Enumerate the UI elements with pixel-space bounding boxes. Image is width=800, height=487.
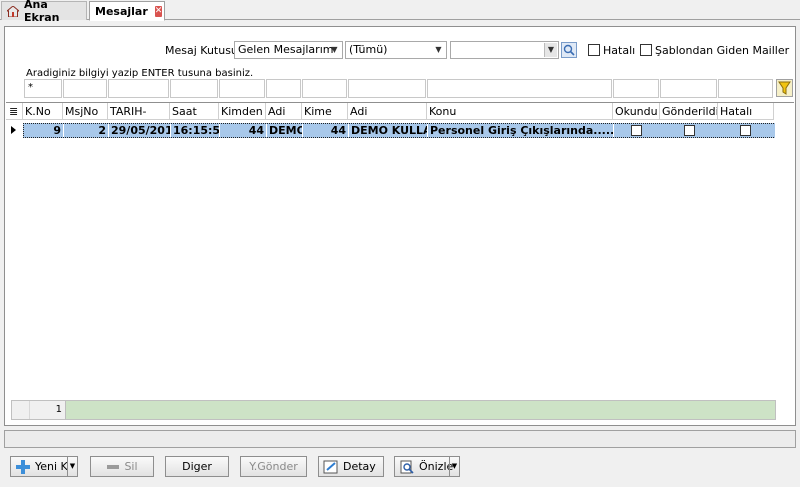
cell-adi: DEMO [269,124,303,137]
cell-hatali-checkbox[interactable] [740,125,751,136]
search-input-msjno[interactable] [63,79,107,98]
cell-kno: 9 [24,124,64,137]
search-input-adi[interactable] [266,79,301,98]
resend-button[interactable]: Y.Gönder [240,456,307,477]
search-hint: Aradiginiz bilgiyi yazip ENTER tusuna ba… [26,68,254,79]
template-checkbox[interactable] [640,44,652,56]
col-okundu[interactable]: Okundu [613,103,660,120]
cell-msjno: 2 [64,124,109,137]
grid-footer: 1 [11,400,776,420]
tab-ana-ekran-label: Ana Ekran [24,0,60,24]
cell-gonderildi-checkbox[interactable] [684,125,695,136]
search-input-hatali[interactable] [718,79,773,98]
search-input-adi2[interactable] [348,79,426,98]
mailbox-label: Mesaj Kutusu [165,44,238,57]
grid-header: ≣ K.No MsjNo TARIH- Saat Kimden Adi Kime… [6,103,774,120]
search-input-kime[interactable] [302,79,347,98]
col-saat[interactable]: Saat [170,103,219,120]
col-adi2[interactable]: Adi [348,103,427,120]
mailbox-select[interactable]: Gelen Mesajlarım ▼ [234,41,343,59]
search-icon [563,44,575,56]
col-msjno[interactable]: MsjNo [63,103,108,120]
filter-all-select-value: (Tümü) [349,43,388,56]
preview-icon [399,460,415,474]
search-input-gonderildi[interactable] [660,79,717,98]
mailbox-select-value: Gelen Mesajlarım [238,43,334,56]
col-tarih[interactable]: TARIH- [108,103,170,120]
filter-third-select[interactable]: ▼ [450,41,559,59]
cell-adi2: DEMO KULLANI [349,124,428,137]
failed-label: Hatalı [603,44,636,57]
chevron-down-icon: ▼ [331,45,338,54]
other-button[interactable]: Diger [165,456,229,477]
column-chooser-icon[interactable]: ≣ [6,103,23,120]
preview-button[interactable]: Önizle ▼ [394,456,460,477]
footer-left-cell [12,401,30,419]
cell-saat: 16:15:57. [173,124,220,137]
chevron-down-icon[interactable]: ▼ [67,457,77,476]
search-input-saat[interactable] [170,79,218,98]
search-input-kno[interactable]: * [24,79,62,98]
tab-bar: Ana Ekran Mesajlar ✕ [0,0,800,24]
chevron-down-icon[interactable]: ▼ [449,457,459,476]
col-kno[interactable]: K.No [23,103,63,120]
chevron-down-icon: ▼ [435,45,442,54]
col-hatali[interactable]: Hatalı [718,103,774,120]
minus-icon [106,460,120,474]
clear-filter-button[interactable] [776,79,793,97]
search-input-konu[interactable] [427,79,612,98]
col-kimden[interactable]: Kimden [219,103,266,120]
table-row[interactable]: 9 2 29/05/2014 16:15:57. 44 DEMO 44 DEMO… [23,123,776,138]
home-icon [5,4,21,17]
messages-panel: Mesaj Kutusu Gelen Mesajlarım ▼ (Tümü) ▼… [4,26,796,426]
cell-tarih: 29/05/2014 [109,124,171,137]
detail-button-label: Detay [343,460,376,473]
messages-grid: ≣ K.No MsjNo TARIH- Saat Kimden Adi Kime… [6,102,794,423]
tab-mesajlar[interactable]: Mesajlar ✕ [89,1,165,21]
delete-button[interactable]: Sil [90,456,154,477]
col-adi[interactable]: Adi [266,103,302,120]
edit-icon [323,460,339,474]
detail-button[interactable]: Detay [318,456,384,477]
resend-button-label: Y.Gönder [249,460,298,473]
record-count: 1 [30,401,66,419]
filter-icon [778,81,791,95]
other-button-label: Diger [182,460,212,473]
delete-button-label: Sil [124,460,138,473]
refresh-button[interactable] [561,42,577,58]
filter-all-select[interactable]: (Tümü) ▼ [345,41,447,59]
cell-okundu-checkbox[interactable] [631,125,642,136]
grid-scrollbar[interactable] [775,103,794,423]
close-icon[interactable]: ✕ [154,5,163,17]
col-kime[interactable]: Kime [302,103,348,120]
search-input-kimden[interactable] [219,79,265,98]
tab-ana-ekran[interactable]: Ana Ekran [1,0,87,24]
cell-kime: 44 [303,124,349,137]
status-bar [4,430,796,448]
new-button-label: Yeni K [35,460,68,473]
template-label: Şablondan Giden Mailler [655,44,790,57]
row-indicator-icon [11,126,16,134]
chevron-down-icon: ▼ [544,43,557,57]
tab-mesajlar-label: Mesajlar [95,4,148,18]
failed-checkbox[interactable] [588,44,600,56]
filter-panel: Mesaj Kutusu Gelen Mesajlarım ▼ (Tümü) ▼… [6,28,794,100]
cell-kimden: 44 [220,124,267,137]
col-gonderildi[interactable]: Gönderildi [660,103,718,120]
cell-konu: Personel Giriş Çıkışlarında..... [430,124,614,137]
col-konu[interactable]: Konu [427,103,613,120]
search-input-okundu[interactable] [613,79,659,98]
plus-icon [15,459,31,474]
new-button[interactable]: Yeni K ▼ [10,456,78,477]
search-input-tarih[interactable] [108,79,169,98]
